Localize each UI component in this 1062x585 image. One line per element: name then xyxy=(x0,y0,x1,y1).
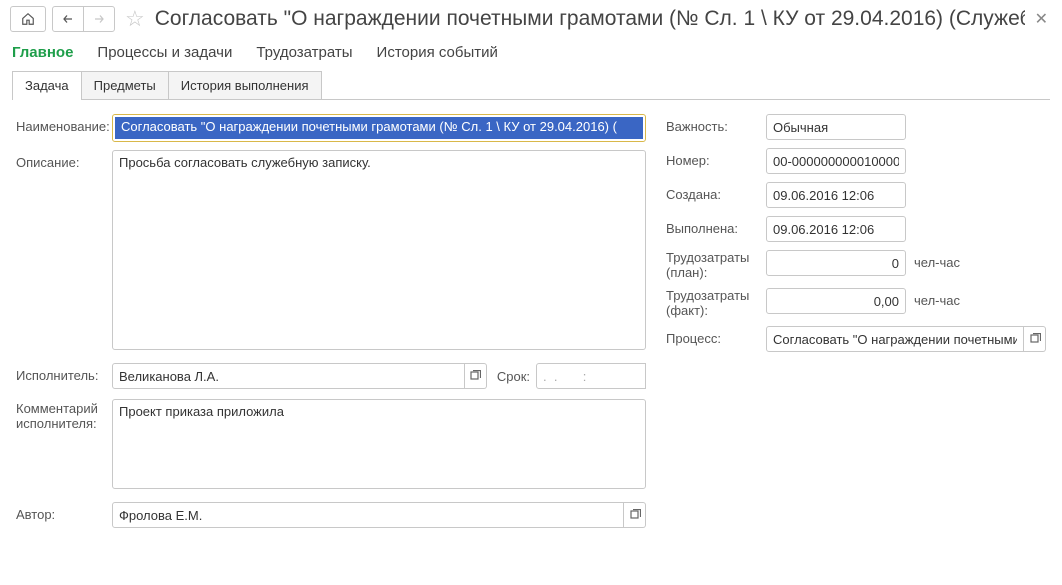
importance-input[interactable] xyxy=(766,114,906,140)
created-label: Создана: xyxy=(666,182,766,202)
number-label: Номер: xyxy=(666,148,766,168)
labor-plan-label: Трудозатраты (план): xyxy=(666,250,766,280)
executor-input[interactable] xyxy=(112,363,465,389)
close-icon[interactable]: ✕ xyxy=(1031,9,1052,29)
name-field-wrap: Согласовать "О награждении почетными гра… xyxy=(112,114,646,142)
created-input[interactable] xyxy=(766,182,906,208)
tab-content: Наименование: Согласовать "О награждении… xyxy=(12,100,1050,548)
author-open-button[interactable] xyxy=(624,502,646,528)
description-label: Описание: xyxy=(16,150,112,170)
comment-input[interactable] xyxy=(112,399,646,489)
labor-fact-label: Трудозатраты (факт): xyxy=(666,288,766,318)
forward-button[interactable] xyxy=(83,6,115,32)
section-labor[interactable]: Трудозатраты xyxy=(256,44,352,61)
executor-open-button[interactable] xyxy=(465,363,487,389)
labor-plan-unit: чел-час xyxy=(914,250,960,270)
tab-task[interactable]: Задача xyxy=(12,71,82,99)
tab-items[interactable]: Предметы xyxy=(81,71,169,99)
arrow-left-icon xyxy=(61,13,75,25)
deadline-input[interactable] xyxy=(536,363,646,389)
labor-fact-unit: чел-час xyxy=(914,288,960,308)
back-button[interactable] xyxy=(52,6,84,32)
toolbar: ☆ Согласовать "О награждении почетными г… xyxy=(0,0,1062,40)
home-icon xyxy=(21,12,35,26)
section-processes[interactable]: Процессы и задачи xyxy=(97,44,232,61)
arrow-right-icon xyxy=(92,13,106,25)
section-history[interactable]: История событий xyxy=(377,44,498,61)
home-button[interactable] xyxy=(10,6,46,32)
comment-label: Комментарий исполнителя: xyxy=(16,399,112,431)
tab-exec-history[interactable]: История выполнения xyxy=(168,71,322,99)
section-main[interactable]: Главное xyxy=(12,44,73,61)
page-title: Согласовать "О награждении почетными гра… xyxy=(155,7,1025,31)
section-bar: Главное Процессы и задачи Трудозатраты И… xyxy=(0,40,1062,71)
importance-label: Важность: xyxy=(666,114,766,134)
process-input[interactable] xyxy=(766,326,1024,352)
labor-plan-input[interactable] xyxy=(766,250,906,276)
star-icon[interactable]: ☆ xyxy=(125,6,145,32)
process-label: Процесс: xyxy=(666,326,766,346)
number-input[interactable] xyxy=(766,148,906,174)
open-icon xyxy=(469,370,481,382)
name-label: Наименование: xyxy=(16,114,112,134)
nav-group xyxy=(52,6,115,32)
open-icon xyxy=(1029,333,1041,345)
name-input[interactable]: Согласовать "О награждении почетными гра… xyxy=(115,117,643,139)
deadline-label: Срок: xyxy=(497,369,530,384)
done-input[interactable] xyxy=(766,216,906,242)
done-label: Выполнена: xyxy=(666,216,766,236)
author-label: Автор: xyxy=(16,502,112,522)
author-input[interactable] xyxy=(112,502,624,528)
process-open-button[interactable] xyxy=(1024,326,1046,352)
left-column: Наименование: Согласовать "О награждении… xyxy=(16,114,646,538)
open-icon xyxy=(629,509,641,521)
labor-fact-input[interactable] xyxy=(766,288,906,314)
tabbar: Задача Предметы История выполнения xyxy=(12,71,1050,100)
right-column: Важность: Номер: Создана: Выполнена: Тру… xyxy=(666,114,1046,360)
executor-label: Исполнитель: xyxy=(16,363,112,383)
description-input[interactable] xyxy=(112,150,646,350)
